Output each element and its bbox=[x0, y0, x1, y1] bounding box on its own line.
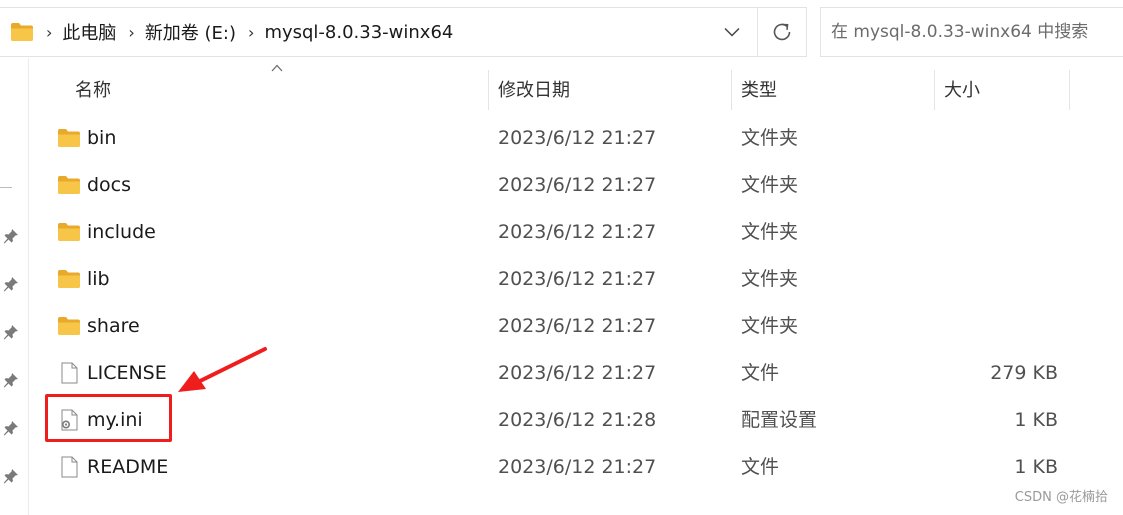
divider bbox=[0, 187, 12, 188]
file-type: 配置设置 bbox=[741, 409, 818, 431]
pin-icon[interactable] bbox=[3, 372, 19, 388]
breadcrumb-separator[interactable]: › bbox=[46, 23, 52, 42]
pin-icon[interactable] bbox=[3, 324, 19, 340]
file-row-bin[interactable]: bin 2023/6/12 21:27 文件夹 bbox=[45, 115, 1075, 162]
folder-icon bbox=[58, 223, 80, 241]
file-size: 1 KB bbox=[1014, 456, 1058, 478]
navigation-pane-edge[interactable] bbox=[0, 58, 29, 515]
file-name: LICENSE bbox=[87, 362, 167, 384]
file-size: 279 KB bbox=[990, 362, 1058, 384]
file-modified-date: 2023/6/12 21:27 bbox=[498, 268, 657, 290]
annotation-highlight-box bbox=[45, 394, 172, 442]
breadcrumb-drive-e[interactable]: 新加卷 (E:) bbox=[145, 19, 236, 45]
folder-icon bbox=[58, 176, 80, 194]
file-name: lib bbox=[87, 268, 110, 290]
address-history-button[interactable] bbox=[717, 8, 747, 56]
file-type: 文件 bbox=[741, 456, 780, 478]
column-divider[interactable] bbox=[934, 70, 935, 110]
file-row-docs[interactable]: docs 2023/6/12 21:27 文件夹 bbox=[45, 162, 1075, 209]
column-header-name[interactable]: 名称 bbox=[75, 70, 485, 108]
document-icon bbox=[61, 456, 78, 478]
folder-icon bbox=[58, 129, 80, 147]
file-name: docs bbox=[87, 174, 132, 196]
document-icon bbox=[61, 362, 78, 384]
file-row-my-ini[interactable]: my.ini 2023/6/12 21:28 配置设置 1 KB bbox=[45, 397, 1075, 444]
folder-icon bbox=[58, 270, 80, 288]
pin-icon[interactable] bbox=[3, 468, 19, 484]
file-row-readme[interactable]: README 2023/6/12 21:27 文件 1 KB bbox=[45, 444, 1075, 491]
file-modified-date: 2023/6/12 21:28 bbox=[498, 409, 657, 431]
file-modified-date: 2023/6/12 21:27 bbox=[498, 315, 657, 337]
folder-icon bbox=[10, 22, 34, 42]
pin-icon[interactable] bbox=[3, 420, 19, 436]
file-modified-date: 2023/6/12 21:27 bbox=[498, 221, 657, 243]
file-name: bin bbox=[87, 127, 117, 149]
column-header-size[interactable]: 大小 bbox=[944, 70, 1064, 108]
file-name: include bbox=[87, 221, 156, 243]
column-header-label: 类型 bbox=[741, 80, 777, 101]
column-header-label: 大小 bbox=[944, 80, 980, 101]
file-row-include[interactable]: include 2023/6/12 21:27 文件夹 bbox=[45, 209, 1075, 256]
file-type: 文件夹 bbox=[741, 221, 799, 243]
column-header-type[interactable]: 类型 bbox=[741, 70, 931, 108]
file-row-lib[interactable]: lib 2023/6/12 21:27 文件夹 bbox=[45, 256, 1075, 303]
pin-icon[interactable] bbox=[3, 228, 19, 244]
search-box[interactable] bbox=[820, 7, 1123, 57]
folder-icon bbox=[58, 317, 80, 335]
file-type: 文件夹 bbox=[741, 127, 799, 149]
file-type: 文件 bbox=[741, 362, 780, 384]
column-header-label: 修改日期 bbox=[498, 80, 570, 101]
column-divider[interactable] bbox=[488, 70, 489, 110]
column-divider[interactable] bbox=[1069, 70, 1070, 110]
file-modified-date: 2023/6/12 21:27 bbox=[498, 456, 657, 478]
file-size: 1 KB bbox=[1014, 409, 1058, 431]
file-row-share[interactable]: share 2023/6/12 21:27 文件夹 bbox=[45, 303, 1075, 350]
refresh-button[interactable] bbox=[757, 8, 806, 56]
breadcrumb-this-pc[interactable]: 此电脑 bbox=[62, 19, 116, 45]
file-modified-date: 2023/6/12 21:27 bbox=[498, 174, 657, 196]
file-type: 文件夹 bbox=[741, 174, 799, 196]
breadcrumb-current-folder[interactable]: mysql-8.0.33-winx64 bbox=[264, 22, 453, 43]
pin-icon[interactable] bbox=[3, 276, 19, 292]
file-name: share bbox=[87, 315, 140, 337]
search-input[interactable] bbox=[821, 8, 1123, 56]
column-divider[interactable] bbox=[731, 70, 732, 110]
breadcrumb-separator[interactable]: › bbox=[128, 23, 134, 42]
file-modified-date: 2023/6/12 21:27 bbox=[498, 127, 657, 149]
address-bar[interactable]: › 此电脑 › 新加卷 (E:) › mysql-8.0.33-winx64 bbox=[0, 7, 807, 57]
watermark: CSDN @花楠拾 bbox=[1014, 490, 1108, 505]
refresh-icon bbox=[773, 23, 791, 41]
file-modified-date: 2023/6/12 21:27 bbox=[498, 362, 657, 384]
file-name: README bbox=[87, 456, 169, 478]
column-header-label: 名称 bbox=[75, 80, 111, 101]
column-header-date[interactable]: 修改日期 bbox=[498, 70, 728, 108]
annotation-arrow-icon bbox=[178, 347, 267, 392]
breadcrumb-separator[interactable]: › bbox=[248, 23, 254, 42]
chevron-down-icon bbox=[724, 27, 740, 37]
file-type: 文件夹 bbox=[741, 315, 799, 337]
file-type: 文件夹 bbox=[741, 268, 799, 290]
